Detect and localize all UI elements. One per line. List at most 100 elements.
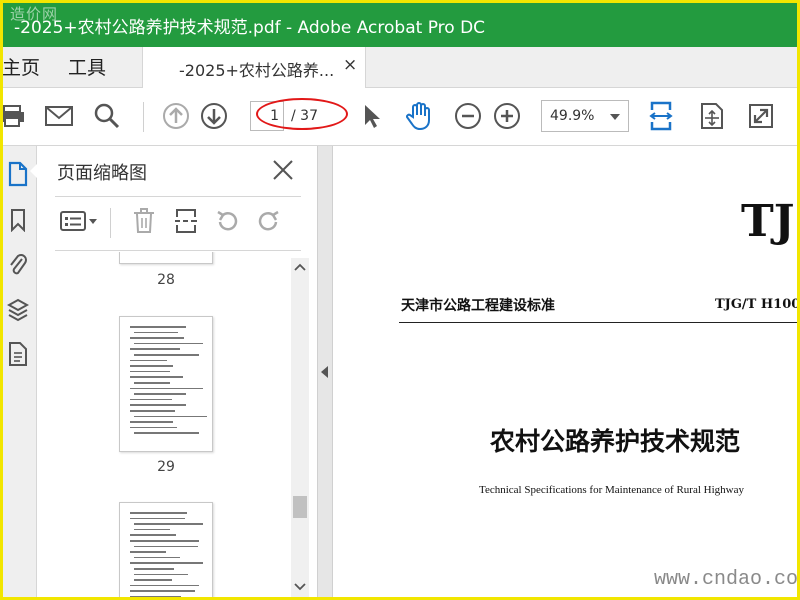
chevron-down-icon[interactable] [291,578,309,596]
window-title: -2025+农村公路养护技术规范.pdf - Adobe Acrobat Pro… [14,18,486,38]
email-icon[interactable] [41,98,77,134]
thumbnail-text-line [130,551,167,553]
select-cursor-icon[interactable] [354,98,390,134]
hand-tool-icon[interactable] [401,98,437,134]
document-tab-label: -2025+农村公路养... [179,61,335,80]
thumbnail-text-line [134,415,208,418]
fit-width-icon[interactable] [643,98,679,134]
attachment-icon[interactable] [0,250,36,282]
layers-icon[interactable] [0,294,36,326]
thumbnail-text-line [130,562,203,564]
thumbnail-text-line [134,556,180,559]
panel-title: 页面缩略图 [57,163,147,184]
thumbnail-text-line [130,426,178,429]
delete-icon[interactable] [129,206,159,236]
title-bar: 造价网 -2025+农村公路养护技术规范.pdf - Adobe Acrobat… [0,0,800,47]
document-tab[interactable]: -2025+农村公路养... × [142,47,366,88]
bookmark-icon[interactable] [0,204,36,236]
split-page-icon[interactable] [171,206,201,236]
thumbnail-text-line [130,517,186,520]
document-subtitle: Technical Specifications for Maintenance… [479,484,744,496]
next-page-icon[interactable] [196,98,232,134]
page-number-label: 29 [157,459,175,475]
thumbnail-text-line [130,376,184,378]
thumbnail-text-line [134,545,198,548]
thumbnail-text-line [130,512,188,514]
navigation-rail [0,146,37,600]
thumbnail-text-line [130,410,176,412]
fit-page-icon[interactable] [694,98,730,134]
chevron-up-icon[interactable] [291,258,309,276]
thumbnail-text-line [130,387,203,390]
search-icon[interactable] [89,98,125,134]
thumbnail-text-line [130,348,181,350]
document-code: TJ [741,196,795,247]
thumbnail-text-line [130,540,199,542]
thumbnail-text-line [130,421,174,423]
thumbnail-text-line [134,342,204,345]
chevron-down-icon [610,114,620,120]
thumbnail-text-line [134,528,171,531]
panel-divider [55,196,301,197]
toolbar: 1 / 37 49.9% [0,88,800,146]
thumbnail-text-line [130,596,181,598]
thumbnail-text-line [130,584,200,587]
collapse-panel-icon[interactable] [321,366,328,378]
menu-home[interactable]: 主页 [2,53,40,80]
thumbnail-text-line [134,573,188,576]
thumbnail-text-line [134,354,200,356]
thumbnail-scrollbar[interactable] [291,258,309,600]
thumbnail-text-line [130,404,186,406]
document-organization: 天津市公路工程建设标准 [401,298,555,314]
panel-toolbar-separator [110,208,111,238]
thumbnail-text-line [134,523,204,525]
panel-splitter[interactable] [317,146,333,600]
document-standard-number: TJG/T H1002- [715,297,800,312]
zoom-out-icon[interactable] [450,98,486,134]
thumbnail-text-line [130,359,168,362]
page-number-input[interactable]: 1 [250,101,284,131]
zoom-in-icon[interactable] [489,98,525,134]
close-tab-icon[interactable]: × [343,55,357,75]
document-properties-icon[interactable] [0,338,36,370]
page-thumbnail[interactable] [119,316,213,452]
thumbnail-text-line [134,331,178,334]
thumbnail-text-line [130,534,177,536]
thumbnail-text-line [130,370,171,373]
page-thumbnail[interactable] [119,502,213,600]
toolbar-separator [143,102,144,132]
menu-tools[interactable]: 工具 [68,53,106,80]
zoom-value: 49.9% [550,108,595,124]
thumbnail-text-line [134,579,172,581]
menu-bar: 主页 工具 -2025+农村公路养... × [0,47,800,88]
panel-pointer [30,162,39,180]
thumbnail-text-line [134,382,170,384]
thumbnail-text-line [130,337,185,339]
previous-page-icon[interactable] [158,98,194,134]
page-thumbnail[interactable] [119,252,213,264]
scrollbar-thumb[interactable] [293,496,307,518]
rotate-right-icon[interactable] [253,206,283,236]
site-watermark: www.cndao.com [654,568,800,591]
thumbnail-options-icon[interactable] [57,206,101,236]
zoom-select[interactable]: 49.9% [541,100,629,132]
thumbnail-text-line [134,393,186,395]
page-total: / 37 [291,108,318,124]
thumbnail-text-line [130,398,172,401]
full-screen-icon[interactable] [743,98,779,134]
document-view[interactable]: TJ 天津市公路工程建设标准 TJG/T H1002- 农村公路养护技术规范 T… [333,146,800,600]
rotate-left-icon[interactable] [213,206,243,236]
page-number-label: 28 [157,272,175,288]
document-rule [399,322,800,323]
thumbnail-text-line [134,432,199,434]
print-icon[interactable] [0,98,30,134]
document-title: 农村公路养护技术规范 [489,427,740,456]
panel-divider [55,250,301,251]
thumbnail-text-line [130,365,174,367]
thumbnails-panel: 页面缩略图 28 29 [37,146,317,600]
thumbnail-list: 28 29 [55,252,290,600]
thumbnail-text-line [134,568,174,570]
thumbnail-text-line [130,326,187,328]
close-panel-icon[interactable] [269,156,297,184]
thumbnail-text-line [130,590,196,592]
